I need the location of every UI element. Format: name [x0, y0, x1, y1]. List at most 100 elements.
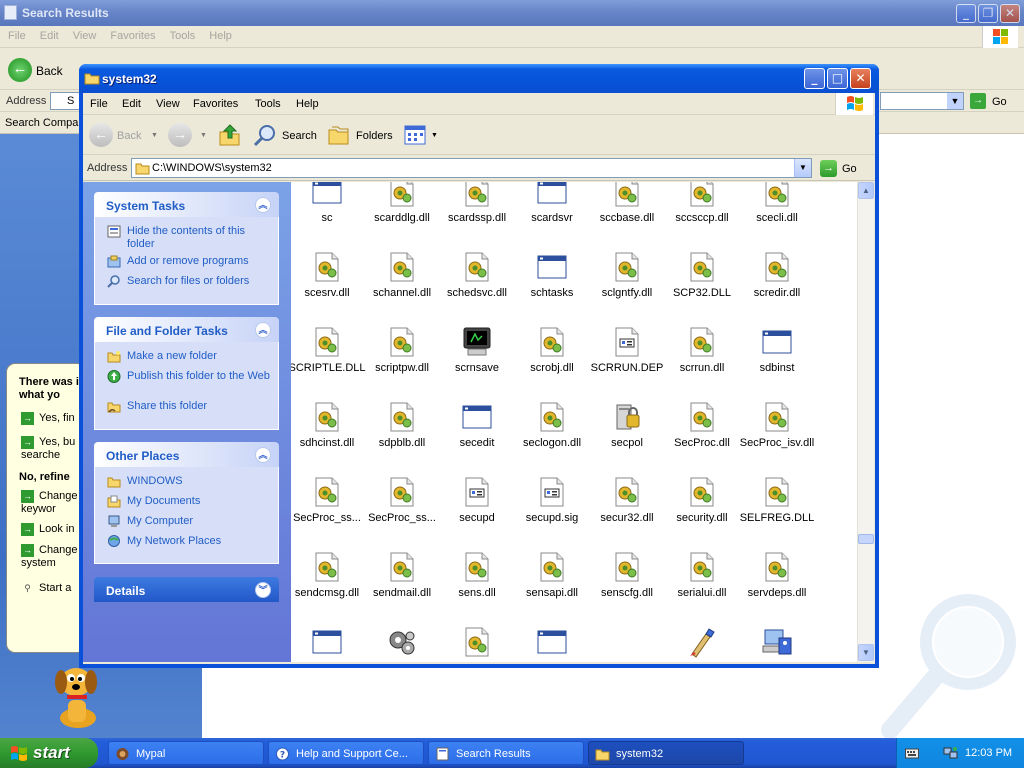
file-item[interactable]: services — [291, 620, 363, 662]
file-item[interactable]: sdpblb.dll — [366, 395, 438, 467]
close-button[interactable]: ✕ — [850, 68, 871, 89]
menu-favorites[interactable]: Favorites — [193, 98, 238, 110]
file-item[interactable]: secupd.sig — [516, 470, 588, 542]
system32-titlebar[interactable]: system32 _ □ ✕ — [79, 64, 879, 93]
file-item[interactable]: sessmgr — [516, 620, 588, 662]
maximize-button[interactable]: □ — [827, 68, 848, 89]
system-tasks-header[interactable]: System Tasks ︽ — [94, 192, 279, 217]
file-item[interactable]: scardsvr — [516, 182, 588, 242]
task-system32[interactable]: system32 — [588, 741, 744, 765]
menu-file[interactable]: File — [90, 98, 108, 110]
address-field[interactable]: S — [50, 92, 80, 110]
file-item[interactable]: sclgntfy.dll — [591, 245, 663, 317]
file-item[interactable]: SecProc.dll — [666, 395, 738, 467]
my-documents-link[interactable]: My Documents — [107, 495, 275, 508]
balloon-option-change-system[interactable]: → Change system — [21, 544, 85, 570]
views-button[interactable]: ▼ — [403, 123, 439, 149]
file-item[interactable]: sc — [291, 182, 363, 242]
file-item[interactable]: scardssp.dll — [441, 182, 513, 242]
back-button-label[interactable]: Back — [36, 64, 63, 78]
other-places-windows-link[interactable]: WINDOWS — [107, 475, 275, 488]
go-arrow-icon[interactable]: → — [970, 93, 986, 109]
file-item[interactable]: seclogon.dll — [516, 395, 588, 467]
balloon-option-start-new[interactable]: ⚲ Start a — [21, 582, 85, 595]
start-button[interactable]: start — [0, 738, 98, 768]
clock[interactable]: 12:03 PM — [965, 747, 1012, 759]
menu-view[interactable]: View — [65, 26, 103, 42]
menu-tools[interactable]: Tools — [162, 26, 202, 42]
chevron-down-icon[interactable]: ︾ — [255, 582, 271, 598]
file-item[interactable]: SCP32.DLL — [666, 245, 738, 317]
file-item[interactable]: services — [366, 620, 438, 662]
balloon-option-look-in[interactable]: → Look in — [21, 523, 85, 536]
file-item[interactable]: schannel.dll — [366, 245, 438, 317]
minimize-button[interactable]: _ — [804, 68, 825, 89]
task-search-results[interactable]: Search Results — [428, 741, 584, 765]
file-item[interactable]: sccsccp.dll — [666, 182, 738, 242]
address-field-end[interactable]: ▼ — [880, 92, 964, 110]
close-button[interactable]: ✕ — [1000, 4, 1020, 23]
file-item[interactable]: servdeps.dll — [741, 545, 813, 617]
folders-button[interactable]: Folders — [327, 123, 393, 149]
menu-edit[interactable]: Edit — [32, 26, 65, 42]
file-item[interactable]: secpol — [591, 395, 663, 467]
menu-favorites[interactable]: Favorites — [102, 26, 161, 42]
my-network-places-link[interactable]: My Network Places — [108, 535, 275, 548]
file-item[interactable]: secur32.dll — [591, 470, 663, 542]
scroll-up-button[interactable]: ▲ — [858, 182, 874, 199]
balloon-option-change-keywords[interactable]: → Change keywor — [21, 490, 85, 516]
file-item[interactable]: setup — [741, 620, 813, 662]
file-item[interactable]: scesrv.dll — [291, 245, 363, 317]
go-label[interactable]: Go — [992, 96, 1007, 108]
menu-edit[interactable]: Edit — [122, 98, 141, 110]
file-item[interactable]: setup — [666, 620, 738, 662]
menu-view[interactable]: View — [156, 98, 180, 110]
file-folder-tasks-header[interactable]: File and Folder Tasks ︽ — [94, 317, 279, 342]
chevron-up-icon[interactable]: ︽ — [255, 322, 271, 338]
file-item[interactable]: scarddlg.dll — [366, 182, 438, 242]
file-item[interactable]: scriptpw.dll — [366, 320, 438, 392]
file-item[interactable]: SecProc_ss... — [366, 470, 438, 542]
file-item[interactable]: schedsvc.dll — [441, 245, 513, 317]
file-item[interactable]: secedit — [441, 395, 513, 467]
menu-help[interactable]: Help — [296, 98, 319, 110]
file-item[interactable]: SCRIPTLE.DLL — [291, 320, 366, 392]
menu-help[interactable]: Help — [201, 26, 238, 42]
forward-button[interactable]: → ▼ — [168, 123, 208, 149]
search-button[interactable]: Search — [253, 123, 319, 149]
file-item[interactable]: SecProc_isv.dll — [740, 395, 814, 467]
file-item[interactable]: secupd — [441, 470, 513, 542]
file-item[interactable]: scecli.dll — [741, 182, 813, 242]
balloon-option-yes-but[interactable]: → Yes, bu searche — [21, 436, 81, 462]
back-arrow-icon[interactable]: ← — [8, 58, 32, 82]
file-item[interactable]: serwvdrv.dll — [441, 620, 513, 662]
task-mypal[interactable]: Mypal — [108, 741, 264, 765]
balloon-option-yes-finished[interactable]: → Yes, fin — [21, 412, 85, 425]
go-label[interactable]: Go — [842, 163, 857, 175]
vertical-scrollbar[interactable]: ▲ ▼ — [857, 182, 874, 662]
chevron-down-icon[interactable]: ▼ — [947, 93, 963, 109]
scroll-thumb[interactable] — [858, 534, 874, 544]
other-places-header[interactable]: Other Places ︽ — [94, 442, 279, 467]
file-item[interactable]: scrnsave — [441, 320, 513, 392]
details-header[interactable]: Details ︾ — [94, 577, 279, 602]
file-item[interactable]: serialui.dll — [666, 545, 738, 617]
file-item[interactable]: scrrun.dll — [666, 320, 738, 392]
share-folder-link[interactable]: Share this folder — [107, 400, 275, 413]
chevron-up-icon[interactable]: ︽ — [255, 447, 271, 463]
address-field[interactable]: C:\WINDOWS\system32 ▼ — [131, 158, 812, 178]
file-item[interactable]: security.dll — [666, 470, 738, 542]
up-folder-button[interactable] — [217, 123, 243, 149]
menu-tools[interactable]: Tools — [255, 98, 281, 110]
file-item[interactable]: SELFREG.DLL — [740, 470, 814, 542]
search-results-titlebar[interactable]: Search Results _ ❐ ✕ — [0, 0, 1024, 26]
file-item[interactable]: scrobj.dll — [516, 320, 588, 392]
search-assistant-dog-icon[interactable] — [48, 660, 106, 730]
restore-button[interactable]: ❐ — [978, 4, 998, 23]
go-arrow-icon[interactable]: → — [820, 160, 837, 177]
file-item[interactable]: senscfg.dll — [591, 545, 663, 617]
keyboard-icon[interactable] — [905, 747, 919, 759]
back-button[interactable]: ← Back ▼ — [89, 123, 159, 149]
file-item[interactable]: sens.dll — [441, 545, 513, 617]
chevron-down-icon[interactable]: ▼ — [794, 159, 811, 177]
